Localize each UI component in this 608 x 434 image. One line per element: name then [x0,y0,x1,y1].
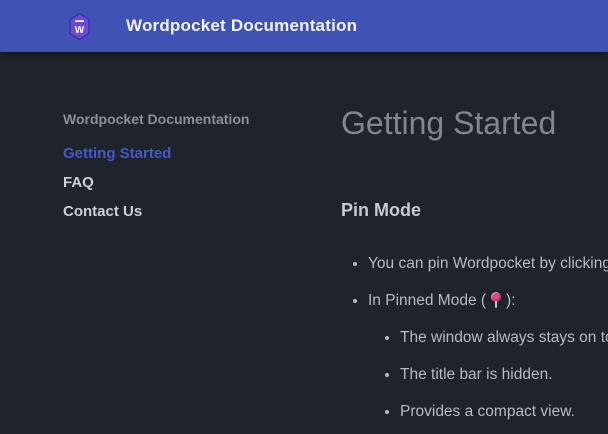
sidebar-item-getting-started[interactable]: Getting Started [63,139,321,168]
svg-text:W: W [75,24,85,35]
app-window: W Wordpocket Documentation Wordpocket Do… [0,0,608,434]
bullet-pinned-mode: In Pinned Mode (): The window always sta… [368,289,608,423]
app-header: W Wordpocket Documentation [0,0,608,52]
section-heading-pin-mode: Pin Mode [341,198,608,222]
sub-bullet-title-bar-hidden: The title bar is hidden. [400,363,608,386]
main-content: Getting Started Pin Mode You can pin Wor… [341,52,608,434]
pin-mode-bullet-list: You can pin Wordpocket by clicking the p… [341,252,608,423]
bullet-pin-click-text: You can pin Wordpocket by clicking the p… [368,255,608,272]
app-title[interactable]: Wordpocket Documentation [126,16,357,36]
sidebar-item-faq[interactable]: FAQ [63,168,321,197]
pushpin-stem [495,301,497,308]
page-title: Getting Started [341,104,608,142]
sidebar-nav: Wordpocket Documentation Getting Started… [0,52,341,434]
round-pushpin-icon [490,292,502,308]
sub-bullet-always-on-top: The window always stays on top. [400,326,608,349]
bullet-pinned-mode-before: In Pinned Mode ( [368,292,486,309]
bullet-pin-click: You can pin Wordpocket by clicking the p… [368,252,608,275]
sub-bullet-compact-view: Provides a compact view. [400,400,608,423]
wordpocket-logo-icon: W [69,13,90,40]
sidebar-item-wordpocket-documentation[interactable]: Wordpocket Documentation [63,109,321,129]
sidebar-item-contact-us[interactable]: Contact Us [63,197,321,226]
pinned-mode-sublist: The window always stays on top. The titl… [368,326,608,423]
content-area: Wordpocket Documentation Getting Started… [0,52,608,434]
bullet-pinned-mode-after: ): [506,292,515,309]
wordpocket-logo[interactable]: W [69,13,90,40]
